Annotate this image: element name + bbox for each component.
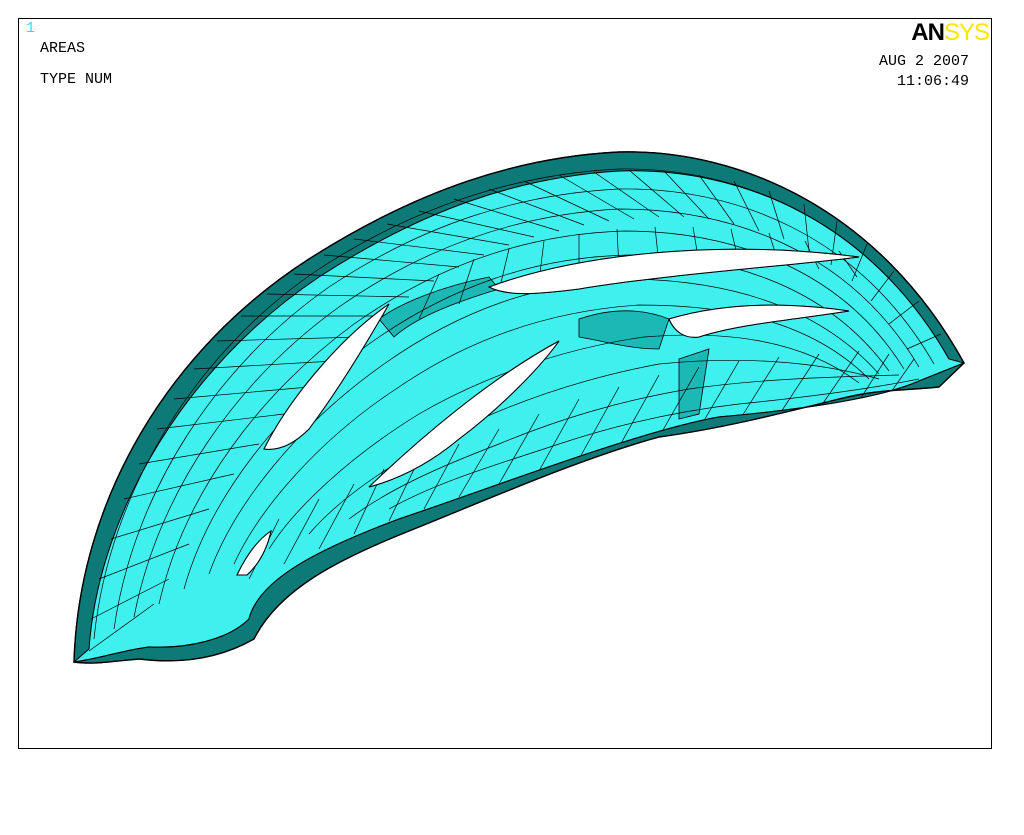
helmet-mesh-model[interactable] [19, 19, 992, 749]
graphics-window[interactable]: 1 AREAS TYPE NUM ANSYS AUG 2 2007 11:06:… [18, 18, 992, 749]
